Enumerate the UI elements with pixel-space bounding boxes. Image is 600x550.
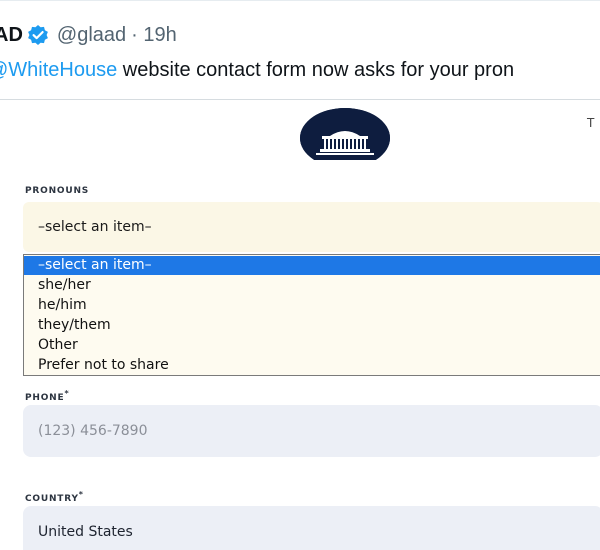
verified-badge-icon xyxy=(27,24,49,46)
pronouns-label: PRONOUNS xyxy=(25,186,90,196)
nav-link-truncated[interactable]: T xyxy=(587,116,594,130)
tweet-author-row: AD @glaad · 19h xyxy=(0,23,177,47)
dropdown-option-other[interactable]: Other xyxy=(24,336,600,355)
dropdown-option-he-him[interactable]: he/him xyxy=(24,296,600,315)
country-label: COUNTRY* xyxy=(25,490,84,504)
dropdown-option-prefer-not-to-share[interactable]: Prefer not to share xyxy=(24,356,600,375)
dropdown-option-she-her[interactable]: she/her xyxy=(24,276,600,295)
tweet-timestamp[interactable]: · 19h xyxy=(131,23,177,47)
white-house-logo-icon xyxy=(300,108,390,168)
phone-placeholder: (123) 456-7890 xyxy=(38,423,148,439)
tweet-text: @WhiteHouse website contact form now ask… xyxy=(0,57,514,83)
phone-label: PHONE* xyxy=(25,389,69,403)
mention-link[interactable]: @WhiteHouse xyxy=(0,59,117,81)
author-handle[interactable]: @glaad xyxy=(57,23,126,47)
dropdown-option-select-an-item[interactable]: –select an item– xyxy=(24,256,600,275)
site-header: T xyxy=(0,100,600,168)
phone-label-text: PHONE xyxy=(25,393,65,403)
country-required-mark: * xyxy=(78,490,84,499)
embedded-screenshot[interactable]: T PRONOUNS –select an item– –select an i… xyxy=(0,99,600,550)
phone-input[interactable]: (123) 456-7890 xyxy=(23,405,600,457)
pronouns-selected-value: –select an item– xyxy=(38,219,152,235)
pronouns-dropdown-list[interactable]: –select an item– she/her he/him they/the… xyxy=(23,254,600,376)
country-select[interactable]: United States xyxy=(23,506,600,550)
country-value: United States xyxy=(38,524,133,540)
tweet-body: website contact form now asks for your p… xyxy=(117,59,515,81)
author-name[interactable]: AD xyxy=(0,23,23,47)
country-label-text: COUNTRY xyxy=(25,494,79,504)
phone-required-mark: * xyxy=(64,389,70,398)
tweet-header: AD @glaad · 19h @WhiteHouse website cont… xyxy=(0,0,600,100)
dropdown-option-they-them[interactable]: they/them xyxy=(24,316,600,335)
pronouns-select[interactable]: –select an item– xyxy=(23,202,600,252)
